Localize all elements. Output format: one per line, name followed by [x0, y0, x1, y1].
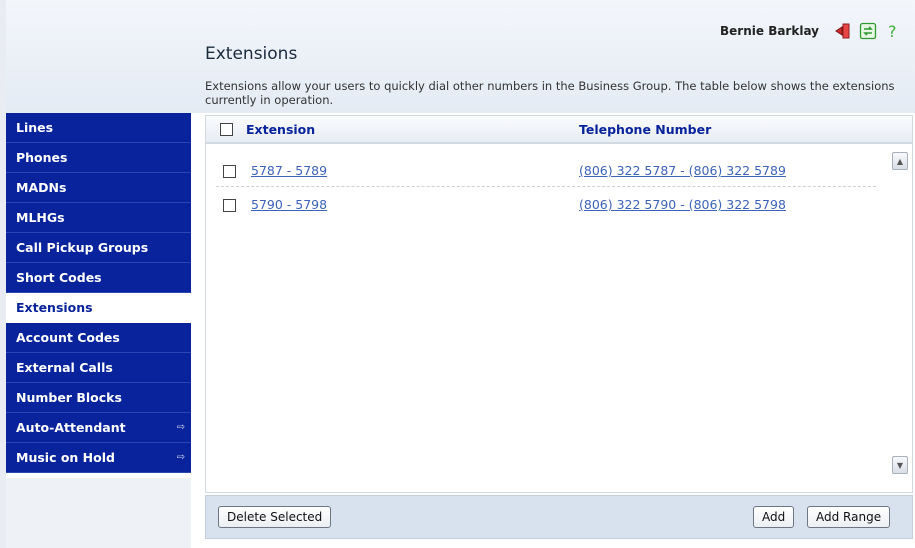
- page-description: Extensions allow your users to quickly d…: [205, 79, 895, 107]
- user-name: Bernie Barklay: [720, 24, 819, 38]
- sidebar-item-label: MLHGs: [16, 210, 65, 225]
- sidebar-nav: Lines Phones MADNs MLHGs Call Pickup Gro…: [6, 113, 191, 478]
- extension-link[interactable]: 5787 - 5789: [251, 163, 327, 178]
- page-title: Extensions: [205, 44, 298, 64]
- add-button[interactable]: Add: [753, 506, 795, 528]
- extension-link[interactable]: 5790 - 5798: [251, 197, 327, 212]
- sidebar-item-music-on-hold[interactable]: Music on Hold ⇨: [6, 443, 191, 473]
- sidebar-item-phones[interactable]: Phones: [6, 143, 191, 173]
- table-header: Extension Telephone Number: [205, 115, 913, 143]
- sidebar-item-label: Phones: [16, 150, 68, 165]
- sidebar-item-label: External Calls: [16, 360, 113, 375]
- sidebar-item-label: MADNs: [16, 180, 67, 195]
- sidebar-item-mlhgs[interactable]: MLHGs: [6, 203, 191, 233]
- sidebar-item-label: Lines: [16, 120, 54, 135]
- telephone-number-link[interactable]: (806) 322 5787 - (806) 322 5789: [579, 163, 786, 178]
- row-checkbox[interactable]: [223, 199, 236, 212]
- sidebar-item-label: Account Codes: [16, 330, 120, 345]
- add-range-button[interactable]: Add Range: [807, 506, 891, 528]
- sidebar-item-extensions[interactable]: Extensions: [6, 293, 191, 323]
- scroll-up-arrow-icon[interactable]: ▲: [892, 152, 908, 170]
- sidebar-item-auto-attendant[interactable]: Auto-Attendant ⇨: [6, 413, 191, 443]
- user-area: Bernie Barklay ?: [720, 22, 903, 40]
- delete-selected-button[interactable]: Delete Selected: [218, 506, 332, 528]
- sidebar-item-external-calls[interactable]: External Calls: [6, 353, 191, 383]
- sidebar-item-number-blocks[interactable]: Number Blocks: [6, 383, 191, 413]
- action-bar: Delete Selected Add Add Range: [205, 495, 913, 539]
- scroll-down-arrow-icon[interactable]: ▼: [892, 456, 908, 474]
- sidebar-item-call-pickup-groups[interactable]: Call Pickup Groups: [6, 233, 191, 263]
- svg-text:?: ?: [888, 22, 897, 40]
- table-row: 5787 - 5789 (806) 322 5787 - (806) 322 5…: [206, 158, 881, 186]
- page-header: Bernie Barklay ? Extensions Extensions a…: [6, 0, 915, 113]
- sidebar-item-label: Auto-Attendant: [16, 420, 126, 435]
- row-divider: [216, 186, 876, 187]
- select-all-checkbox[interactable]: [220, 123, 233, 136]
- sidebar-item-label: Extensions: [16, 300, 93, 315]
- logout-icon[interactable]: [833, 22, 851, 40]
- extensions-table: 5787 - 5789 (806) 322 5787 - (806) 322 5…: [205, 143, 913, 493]
- table-row: 5790 - 5798 (806) 322 5790 - (806) 322 5…: [206, 192, 881, 220]
- sidebar-item-label: Call Pickup Groups: [16, 240, 149, 255]
- column-header-extension[interactable]: Extension: [246, 122, 315, 137]
- sidebar-item-label: Number Blocks: [16, 390, 122, 405]
- column-header-telephone-number[interactable]: Telephone Number: [579, 122, 711, 137]
- sidebar-item-lines[interactable]: Lines: [6, 113, 191, 143]
- sidebar-item-account-codes[interactable]: Account Codes: [6, 323, 191, 353]
- row-checkbox[interactable]: [223, 165, 236, 178]
- external-link-icon: ⇨: [176, 422, 185, 433]
- sidebar-item-short-codes[interactable]: Short Codes: [6, 263, 191, 293]
- refresh-icon[interactable]: [859, 22, 877, 40]
- sidebar-filler: [6, 478, 191, 548]
- external-link-icon: ⇨: [176, 452, 185, 463]
- sidebar-item-madns[interactable]: MADNs: [6, 173, 191, 203]
- sidebar-item-label: Music on Hold: [16, 450, 115, 465]
- help-icon[interactable]: ?: [885, 22, 903, 40]
- sidebar-item-label: Short Codes: [16, 270, 102, 285]
- vertical-scrollbar[interactable]: ▲ ▼: [892, 152, 908, 474]
- telephone-number-link[interactable]: (806) 322 5790 - (806) 322 5798: [579, 197, 786, 212]
